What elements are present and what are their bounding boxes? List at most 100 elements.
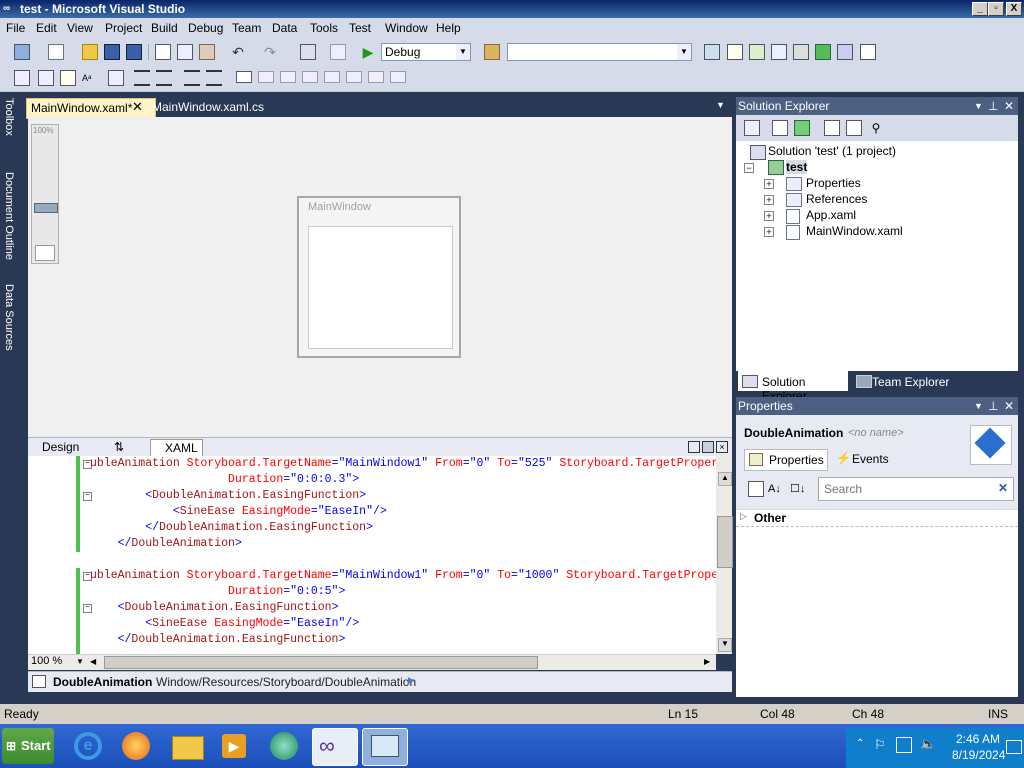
- menu-project[interactable]: Project: [105, 21, 142, 35]
- preview-client-area[interactable]: [308, 226, 453, 349]
- pane-menu-icon[interactable]: ▼: [974, 397, 983, 415]
- menu-help[interactable]: Help: [436, 21, 461, 35]
- redo-icon[interactable]: ↷: [262, 44, 278, 60]
- mainwindow-preview[interactable]: MainWindow: [297, 196, 461, 358]
- save-all-icon[interactable]: [126, 44, 142, 60]
- zoom-level-dropdown[interactable]: 100 %: [31, 655, 62, 667]
- menu-data[interactable]: Data: [272, 21, 297, 35]
- extension-manager-icon[interactable]: [837, 44, 853, 60]
- collapse-icon[interactable]: −: [744, 163, 754, 173]
- scroll-right-icon[interactable]: ▶: [704, 657, 710, 666]
- increase-indent-icon[interactable]: [156, 70, 172, 86]
- menu-window[interactable]: Window: [385, 21, 428, 35]
- collapse-pane-icon[interactable]: ×: [716, 441, 728, 453]
- control-panel-icon[interactable]: [362, 728, 408, 766]
- menu-test[interactable]: Test: [349, 21, 371, 35]
- selected-object-name[interactable]: <no name>: [848, 427, 904, 439]
- object-browser-icon[interactable]: [749, 44, 765, 60]
- close-pane-icon[interactable]: ✕: [1004, 397, 1014, 415]
- pane-menu-icon[interactable]: ▼: [974, 97, 983, 115]
- close-button[interactable]: X: [1006, 2, 1022, 16]
- solution-configuration-dropdown[interactable]: Debug ▼: [381, 43, 471, 61]
- undo-icon[interactable]: ↶: [230, 44, 246, 60]
- clock-time[interactable]: 2:46 AM: [956, 732, 1000, 746]
- swap-panes-button[interactable]: ⇅: [110, 439, 128, 455]
- refresh-icon[interactable]: [794, 120, 810, 136]
- code-line[interactable]: ubleAnimation Storyboard.TargetName = "Mai…: [90, 568, 716, 584]
- zoom-slider-thumb[interactable]: [34, 203, 58, 213]
- comment-icon[interactable]: [184, 70, 200, 86]
- scroll-down-icon[interactable]: ▼: [718, 638, 732, 652]
- decrease-indent-icon[interactable]: [134, 70, 150, 86]
- previous-bookmark-folder-icon[interactable]: [302, 71, 318, 83]
- expand-icon[interactable]: +: [764, 227, 774, 237]
- menu-team[interactable]: Team: [232, 21, 261, 35]
- add-item-icon[interactable]: [48, 44, 64, 60]
- tree-item-properties[interactable]: Properties: [806, 176, 861, 190]
- menu-build[interactable]: Build: [151, 21, 178, 35]
- media-player-icon[interactable]: ▶: [212, 728, 256, 764]
- menu-debug[interactable]: Debug: [188, 21, 223, 35]
- scroll-left-icon[interactable]: ◀: [90, 657, 96, 666]
- previous-bookmark-document-icon[interactable]: [346, 71, 362, 83]
- property-search-input[interactable]: ✕: [818, 477, 1014, 501]
- quick-info-icon[interactable]: [60, 70, 76, 86]
- visual-studio-taskbar-button[interactable]: ∞: [312, 728, 358, 766]
- volume-icon[interactable]: 🔈: [920, 736, 936, 752]
- element-path[interactable]: Window/Resources/Storyboard/DoubleAnimat…: [156, 675, 416, 689]
- scroll-up-icon[interactable]: ▲: [718, 472, 732, 486]
- command-window-icon[interactable]: [860, 44, 876, 60]
- toolbox-tab[interactable]: Toolbox: [3, 98, 15, 136]
- code-line[interactable]: <SineEase EasingMode="EaseIn"/>: [90, 616, 359, 632]
- navigate-forward-icon[interactable]: [330, 44, 346, 60]
- next-bookmark-folder-icon[interactable]: [324, 71, 340, 83]
- minimize-button[interactable]: _: [972, 2, 988, 16]
- show-all-files-icon[interactable]: [772, 120, 788, 136]
- bookmark-icon[interactable]: [236, 71, 252, 83]
- path-chevron-icon[interactable]: ▶: [408, 675, 415, 686]
- code-line[interactable]: ubleAnimation Storyboard.TargetName = "Mai…: [90, 456, 716, 472]
- vertical-split-icon[interactable]: [688, 441, 700, 453]
- next-bookmark-icon[interactable]: [280, 71, 296, 83]
- show-desktop-icon[interactable]: [1006, 740, 1022, 754]
- zoom-slider[interactable]: 100%: [31, 124, 59, 264]
- expand-icon[interactable]: +: [764, 179, 774, 189]
- category-row[interactable]: ▷ Other: [736, 509, 1018, 527]
- document-outline-tab[interactable]: Document Outline: [3, 172, 15, 260]
- solution-explorer-icon[interactable]: [704, 44, 720, 60]
- expand-category-icon[interactable]: ▷: [740, 511, 747, 522]
- solution-node[interactable]: Solution 'test' (1 project): [768, 144, 896, 158]
- menu-tools[interactable]: Tools: [310, 21, 338, 35]
- next-bookmark-document-icon[interactable]: [368, 71, 384, 83]
- expand-icon[interactable]: +: [764, 195, 774, 205]
- data-sources-tab[interactable]: Data Sources: [3, 284, 15, 351]
- code-line[interactable]: <SineEase EasingMode="EaseIn"/>: [90, 504, 387, 520]
- clock-date[interactable]: 8/19/2024: [952, 748, 1005, 762]
- tree-item-app-xaml[interactable]: App.xaml: [806, 208, 856, 222]
- zoom-dropdown-icon[interactable]: ▼: [76, 657, 84, 666]
- close-pane-icon[interactable]: ✕: [1004, 97, 1014, 115]
- tree-item-references[interactable]: References: [806, 192, 867, 206]
- restore-button[interactable]: ▫: [988, 2, 1004, 16]
- pin-icon[interactable]: ⊥: [988, 97, 998, 115]
- code-line[interactable]: </DoubleAnimation>: [90, 536, 242, 552]
- view-code-icon[interactable]: [824, 120, 840, 136]
- current-element[interactable]: DoubleAnimation: [53, 675, 152, 689]
- cut-icon[interactable]: [155, 44, 171, 60]
- horizontal-scroll-thumb[interactable]: [104, 656, 538, 669]
- code-line[interactable]: <DoubleAnimation.EasingFunction>: [90, 488, 366, 504]
- code-line[interactable]: Duration="0:0:0.3">: [90, 472, 359, 488]
- xaml-code-editor[interactable]: − − − − ubleAnimation Storyboard.TargetN…: [28, 456, 716, 654]
- xaml-tab[interactable]: XAML: [150, 439, 203, 457]
- design-tab[interactable]: Design: [38, 439, 83, 455]
- navigate-backward-icon[interactable]: [300, 44, 316, 60]
- expand-icon[interactable]: +: [764, 211, 774, 221]
- clear-search-icon[interactable]: ✕: [998, 481, 1008, 495]
- sort-alphabetical-icon[interactable]: A↓: [768, 481, 784, 497]
- find-combo[interactable]: ▼: [507, 43, 692, 61]
- open-folder-icon[interactable]: [82, 44, 98, 60]
- properties-tab[interactable]: Properties: [744, 449, 828, 471]
- start-page-icon[interactable]: [815, 44, 831, 60]
- events-tab[interactable]: ⚡ Events: [832, 449, 902, 469]
- word-completion-icon[interactable]: Aᵃ: [82, 70, 98, 86]
